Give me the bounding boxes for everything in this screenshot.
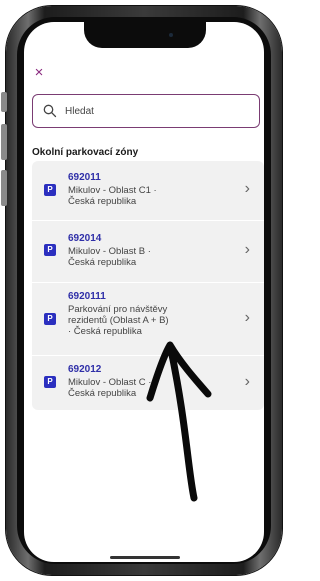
annotation-arrow <box>146 341 212 502</box>
